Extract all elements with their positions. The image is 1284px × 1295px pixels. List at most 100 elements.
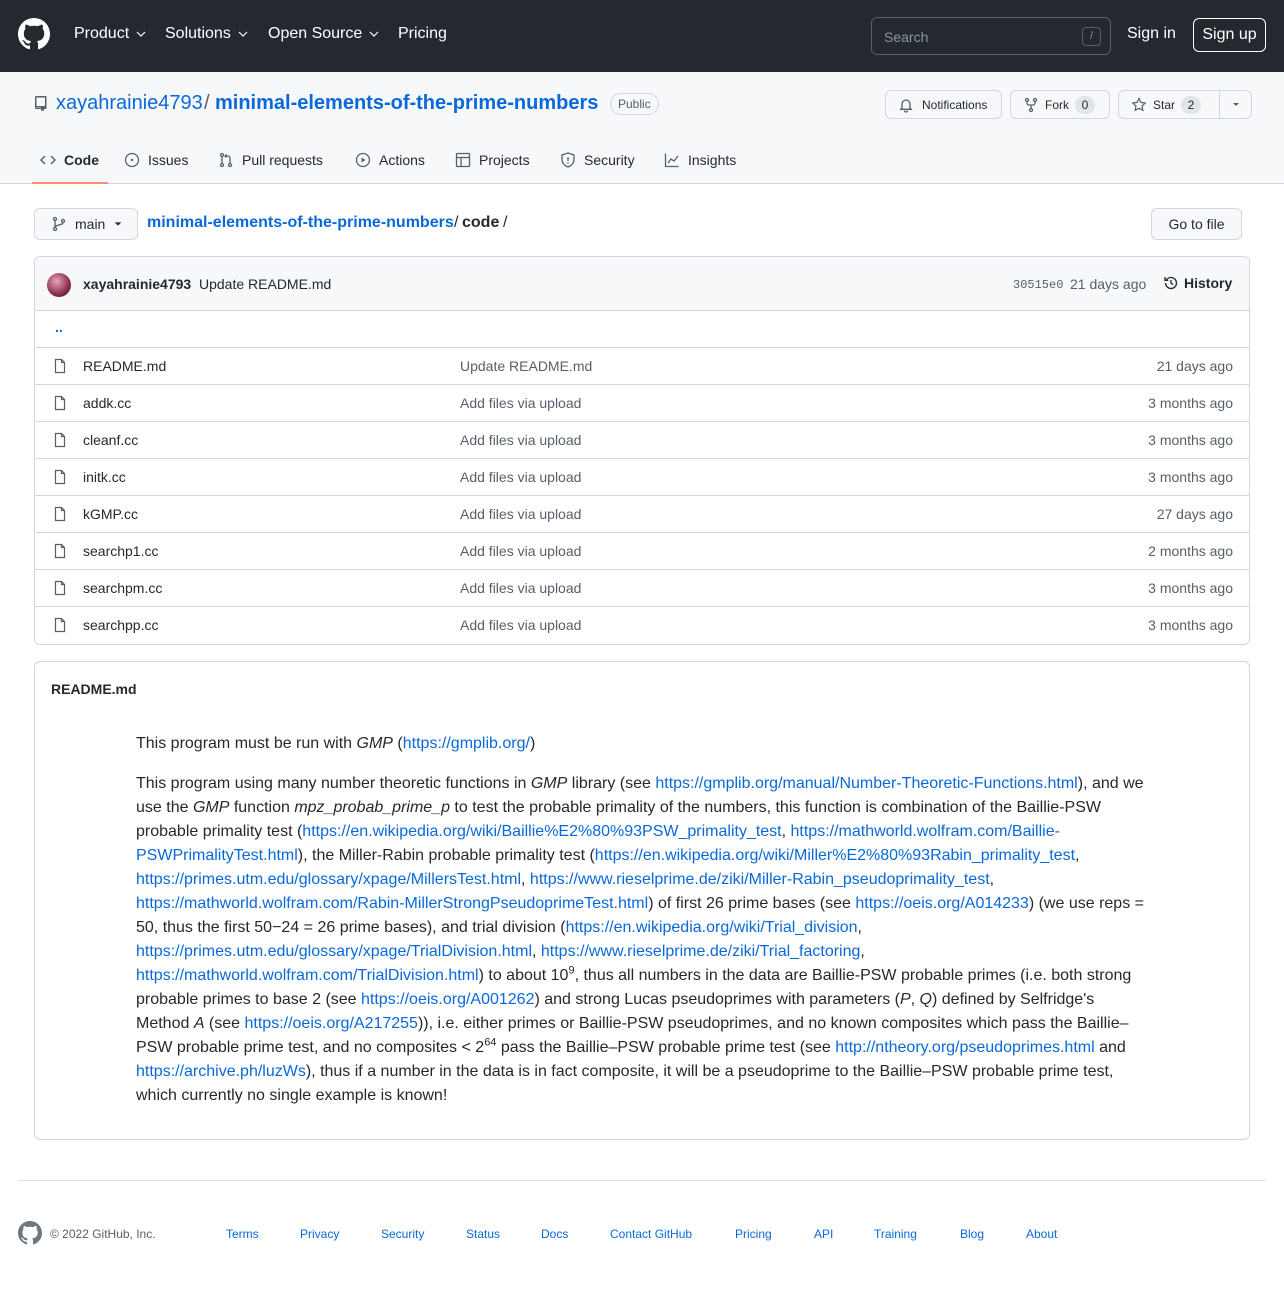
- footer-link-blog[interactable]: Blog: [960, 1227, 984, 1241]
- search-placeholder: Search: [884, 29, 929, 45]
- nav-open-source[interactable]: Open Source: [268, 25, 380, 43]
- footer-link-about[interactable]: About: [1026, 1227, 1057, 1241]
- readme-link[interactable]: https://www.rieselprime.de/ziki/Trial_fa…: [541, 943, 861, 960]
- footer-link-privacy[interactable]: Privacy: [300, 1227, 339, 1241]
- repo-path-separator: /: [204, 92, 210, 114]
- tab-pull-requests[interactable]: Pull requests: [218, 152, 323, 168]
- file-row[interactable]: kGMP.cc Add files via upload 27 days ago: [35, 496, 1249, 533]
- github-logo-icon[interactable]: [18, 1221, 42, 1245]
- file-name-link[interactable]: README.md: [83, 358, 166, 374]
- file-row[interactable]: searchp1.cc Add files via upload 2 months …: [35, 533, 1249, 570]
- nav-solutions-label: Solutions: [165, 25, 231, 42]
- readme-link[interactable]: https://gmplib.org/: [403, 735, 530, 752]
- footer-link-contact[interactable]: Contact GitHub: [610, 1227, 692, 1241]
- breadcrumb-repo-link[interactable]: minimal-elements-of-the-prime-numbers: [147, 214, 454, 232]
- tab-projects[interactable]: Projects: [455, 152, 530, 168]
- file-commit-message-link[interactable]: Add files via upload: [460, 580, 581, 596]
- commit-sha-link[interactable]: 30515e0: [1013, 278, 1063, 292]
- sign-in-link[interactable]: Sign in: [1127, 25, 1176, 43]
- readme-link[interactable]: https://en.wikipedia.org/wiki/Trial_divi…: [566, 919, 858, 936]
- readme-text: ,: [1075, 847, 1080, 864]
- readme-text: ,: [521, 871, 530, 888]
- readme-link[interactable]: https://www.rieselprime.de/ziki/Miller-R…: [530, 871, 990, 888]
- file-commit-message-link[interactable]: Add files via upload: [460, 617, 581, 633]
- file-row[interactable]: README.md Update README.md 21 days ago: [35, 348, 1249, 385]
- readme-link[interactable]: https://oeis.org/A014233: [855, 895, 1028, 912]
- visibility-badge: Public: [610, 93, 659, 115]
- bell-icon: [899, 98, 913, 113]
- tab-projects-label: Projects: [479, 152, 530, 168]
- file-name-link[interactable]: kGMP.cc: [83, 506, 138, 522]
- repo-owner-link[interactable]: xayahrainie4793: [56, 92, 203, 115]
- readme-link[interactable]: https://oeis.org/A001262: [361, 991, 534, 1008]
- file-commit-message-link[interactable]: Add files via upload: [460, 432, 581, 448]
- file-name-link[interactable]: addk.cc: [83, 395, 131, 411]
- file-commit-age: 3 months ago: [1148, 580, 1233, 596]
- readme-link[interactable]: https://primes.utm.edu/glossary/xpage/Mi…: [136, 871, 521, 888]
- fork-button[interactable]: Fork 0: [1010, 90, 1110, 119]
- file-row[interactable]: cleanf.cc Add files via upload 3 months ag…: [35, 422, 1249, 459]
- file-commit-age: 27 days ago: [1156, 506, 1233, 522]
- file-name-link[interactable]: searchpm.cc: [83, 580, 162, 596]
- nav-pricing[interactable]: Pricing: [398, 25, 447, 43]
- branch-name: main: [75, 216, 106, 232]
- file-row[interactable]: searchpm.cc Add files via upload 3 months …: [35, 570, 1249, 607]
- file-name-link[interactable]: cleanf.cc: [83, 432, 138, 448]
- readme-link[interactable]: https://mathworld.wolfram.com/Rabin-Mill…: [136, 895, 648, 912]
- file-name-link[interactable]: searchpp.cc: [83, 617, 158, 633]
- footer-link-security[interactable]: Security: [381, 1227, 424, 1241]
- readme-link[interactable]: https://primes.utm.edu/glossary/xpage/Tr…: [136, 943, 532, 960]
- file-commit-message-link[interactable]: Add files via upload: [460, 506, 581, 522]
- readme-text: This program must be run with: [136, 735, 357, 752]
- file-icon: [54, 543, 66, 559]
- history-label: History: [1184, 275, 1233, 291]
- file-name-link[interactable]: searchp1.cc: [83, 543, 158, 559]
- file-commit-message-link[interactable]: Update README.md: [460, 358, 592, 374]
- readme-link[interactable]: https://oeis.org/A217255: [245, 1015, 418, 1032]
- notifications-button[interactable]: Notifications: [885, 90, 1002, 119]
- tab-issues[interactable]: Issues: [124, 152, 188, 168]
- caret-down-icon[interactable]: [1230, 98, 1242, 110]
- tab-actions[interactable]: Actions: [355, 152, 425, 168]
- readme-link[interactable]: http://ntheory.org/pseudoprimes.html: [835, 1039, 1094, 1056]
- readme-link[interactable]: https://mathworld.wolfram.com/TrialDivis…: [136, 967, 479, 984]
- file-commit-message-link[interactable]: Add files via upload: [460, 543, 581, 559]
- footer-link-status[interactable]: Status: [466, 1227, 500, 1241]
- readme-link[interactable]: https://en.wikipedia.org/wiki/Miller%E2%…: [595, 847, 1075, 864]
- history-link[interactable]: History: [1163, 275, 1232, 291]
- search-input[interactable]: Search /: [871, 17, 1111, 55]
- star-button[interactable]: Star 2: [1118, 90, 1252, 119]
- readme-link[interactable]: https://gmplib.org/manual/Number-Theoret…: [655, 775, 1077, 792]
- footer-link-training[interactable]: Training: [874, 1227, 917, 1241]
- go-to-file-button[interactable]: Go to file: [1151, 208, 1242, 240]
- github-logo-icon[interactable]: [18, 18, 50, 50]
- nav-solutions[interactable]: Solutions: [165, 25, 249, 43]
- footer-link-api[interactable]: API: [814, 1227, 833, 1241]
- readme-superscript: 64: [484, 1036, 497, 1049]
- file-commit-message-link[interactable]: Add files via upload: [460, 469, 581, 485]
- file-commit-message-link[interactable]: Add files via upload: [460, 395, 581, 411]
- commit-message-link[interactable]: Update README.md: [199, 276, 331, 292]
- file-row[interactable]: addk.cc Add files via upload 3 months ago: [35, 385, 1249, 422]
- file-row[interactable]: initk.cc Add files via upload 3 months ago: [35, 459, 1249, 496]
- tab-insights[interactable]: Insights: [664, 152, 736, 168]
- parent-directory-link[interactable]: ..: [55, 319, 63, 335]
- repo-name-link[interactable]: minimal-elements-of-the-prime-numbers: [215, 92, 598, 115]
- file-row[interactable]: searchpp.cc Add files via upload 3 months …: [35, 607, 1249, 644]
- parent-directory-row[interactable]: ..: [35, 311, 1249, 348]
- file-name-link[interactable]: initk.cc: [83, 469, 126, 485]
- footer-link-terms[interactable]: Terms: [226, 1227, 259, 1241]
- breadcrumb-current-dir: code: [462, 214, 500, 231]
- readme-link[interactable]: https://archive.ph/luzWs: [136, 1063, 306, 1080]
- tab-security[interactable]: Security: [560, 152, 635, 168]
- commit-author-link[interactable]: xayahrainie4793: [83, 276, 191, 292]
- avatar[interactable]: [47, 273, 71, 297]
- branch-select-button[interactable]: main: [34, 208, 138, 240]
- tab-code[interactable]: Code: [40, 152, 99, 168]
- nav-product[interactable]: Product: [74, 25, 147, 43]
- readme-link[interactable]: https://en.wikipedia.org/wiki/Baillie%E2…: [302, 823, 781, 840]
- footer-link-docs[interactable]: Docs: [541, 1227, 568, 1241]
- readme-text: This program using many number theoretic…: [136, 775, 531, 792]
- sign-up-button[interactable]: Sign up: [1193, 18, 1266, 52]
- footer-link-pricing[interactable]: Pricing: [735, 1227, 772, 1241]
